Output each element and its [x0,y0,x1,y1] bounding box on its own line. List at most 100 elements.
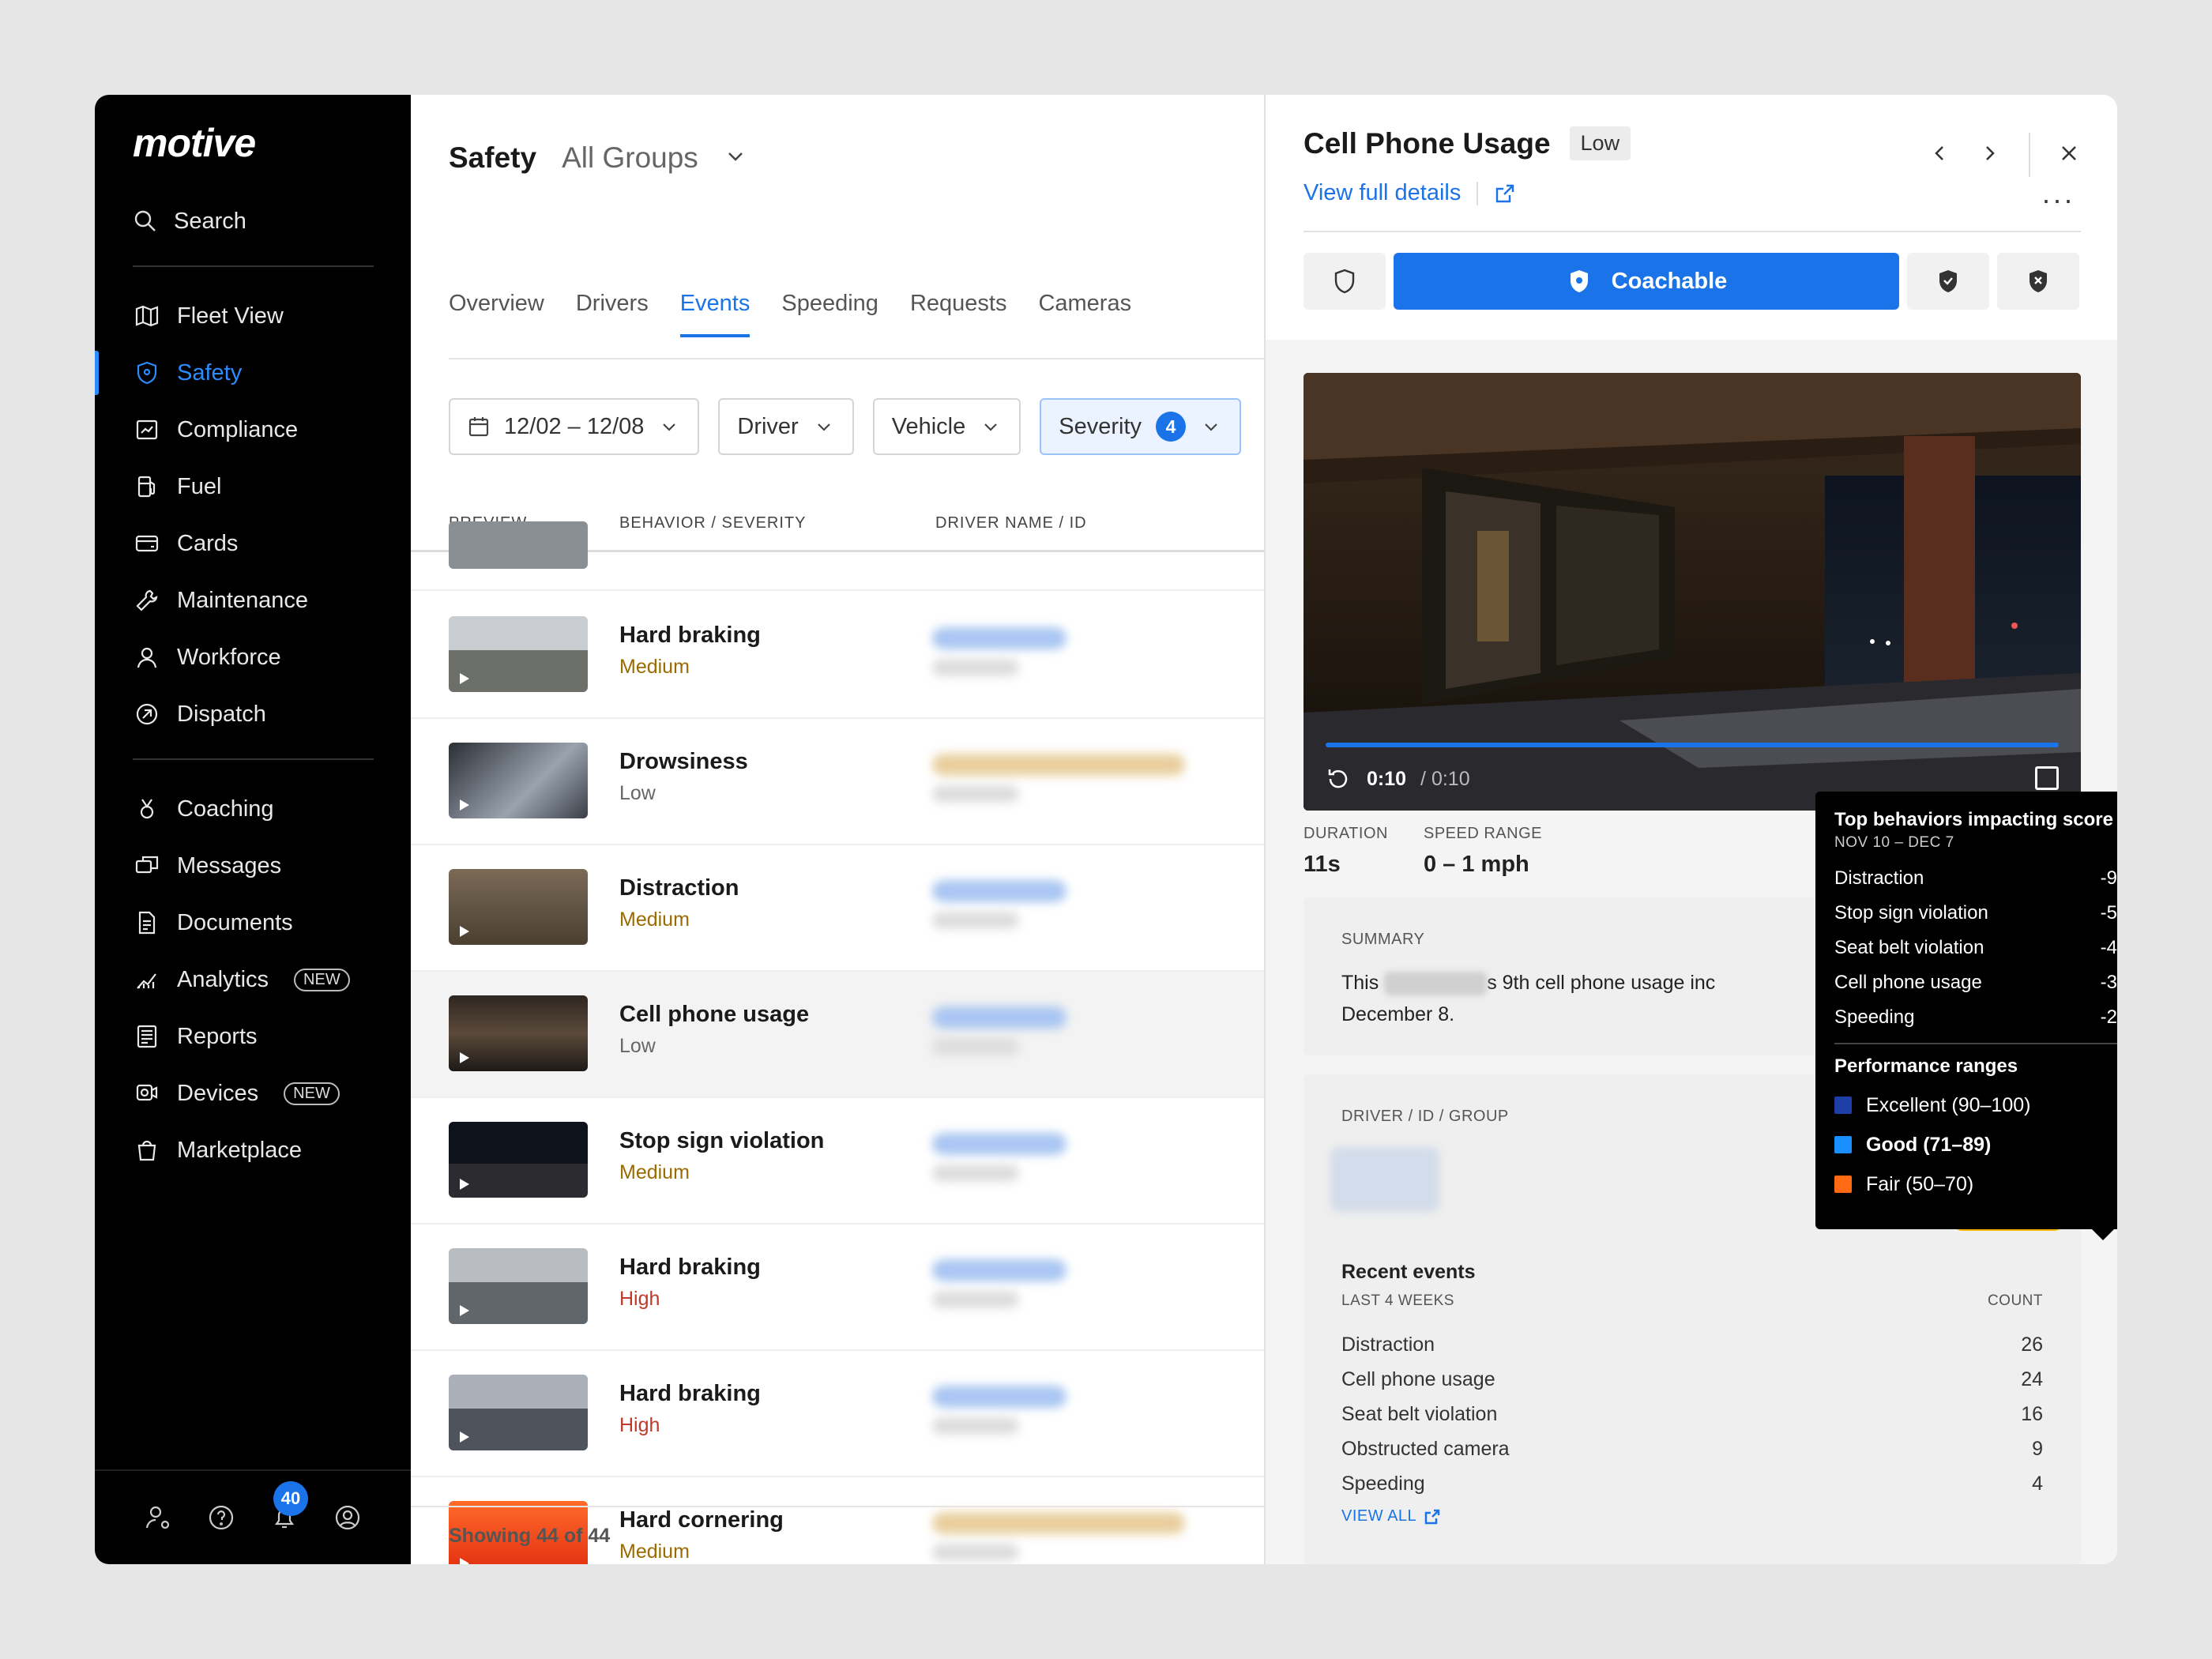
event-thumbnail[interactable] [449,743,588,818]
severity-filter[interactable]: Severity 4 [1040,398,1242,455]
event-thumbnail[interactable] [449,1122,588,1198]
sidebar-item-safety[interactable]: Safety [95,344,411,401]
sidebar-item-workforce[interactable]: Workforce [95,629,411,686]
panel-title: Cell Phone Usage [1304,126,1551,160]
shield-dismiss-button[interactable] [1997,253,2079,310]
redacted-driver-name [932,1133,1066,1155]
sidebar-item-compliance[interactable]: Compliance [95,401,411,458]
event-thumbnail[interactable] [449,1375,588,1450]
table-row[interactable]: DrowsinessLowEB [411,719,1360,845]
table-row-partial[interactable] [411,521,1359,591]
tab-speeding[interactable]: Speeding [781,291,878,337]
range-color-swatch [1834,1136,1852,1153]
replay-icon[interactable] [1324,765,1352,793]
recent-events-count-header: COUNT [1987,1292,2043,1309]
video-progress-bar[interactable] [1326,743,2059,747]
driver-group-label: DRIVER / ID / GROUP [1341,1108,1509,1125]
sidebar-item-fuel[interactable]: Fuel [95,458,411,515]
table-row[interactable]: Stop sign violationMediumDK [411,1098,1362,1224]
sidebar-item-coaching[interactable]: Coaching [95,781,411,837]
sidebar-search[interactable]: Search [133,198,246,245]
tab-requests[interactable]: Requests [910,291,1007,337]
external-link-icon [1496,184,1514,202]
sidebar-item-cards[interactable]: Cards [95,515,411,572]
event-thumbnail[interactable] [449,616,588,692]
help-icon[interactable] [205,1502,237,1533]
group-selector[interactable]: All Groups [562,141,698,175]
severity-label: High [619,1414,660,1436]
sidebar-item-label: Analytics [177,966,269,992]
event-video-player[interactable]: 0:10 / 0:10 [1304,373,2081,811]
event-thumbnail[interactable] [449,869,588,945]
tooltip-behavior-label: Cell phone usage [1834,972,1982,993]
table-row[interactable]: Hard corneringMediumAh [411,1477,1360,1564]
motive-logo[interactable]: motive [133,120,256,166]
more-options-icon[interactable]: ··· [2041,183,2075,216]
table-row[interactable]: Cell phone usageLowDK [411,972,1362,1098]
close-icon[interactable] [2057,141,2081,169]
previous-event-icon[interactable] [1928,141,1951,169]
tab-cameras[interactable]: Cameras [1038,291,1131,337]
shield-check-button[interactable] [1907,253,1989,310]
app-window: motive Search Fleet View Safety Compliance… [95,95,2117,1564]
user-settings-icon[interactable] [142,1502,174,1533]
tab-overview[interactable]: Overview [449,291,544,337]
recent-event-item: Speeding 4 [1341,1466,2043,1501]
chevron-down-icon [1205,423,1217,431]
wrench-icon [133,586,161,615]
sidebar-item-reports[interactable]: Reports [95,1008,411,1065]
coaching-actions: Coachable [1304,253,2079,310]
behavior-label: Stop sign violation [619,1128,825,1153]
event-thumbnail[interactable] [449,995,588,1071]
vehicle-filter[interactable]: Vehicle [872,398,1021,455]
table-row[interactable]: Hard brakingMediumNV [411,592,1362,719]
event-thumbnail [449,521,588,569]
sidebar-item-devices[interactable]: Devices NEW [95,1065,411,1122]
play-icon [460,1179,469,1190]
sidebar-item-maintenance[interactable]: Maintenance [95,572,411,629]
fullscreen-icon[interactable] [2035,766,2059,790]
recent-event-item: Cell phone usage 24 [1341,1362,2043,1397]
coachable-button[interactable]: Coachable [1394,253,1899,310]
sidebar: motive Search Fleet View Safety Compliance… [95,95,411,1564]
sidebar-divider [133,265,374,267]
person-icon [133,643,161,672]
sidebar-item-label: Devices [177,1080,259,1106]
notifications-bell-icon[interactable]: 40 [269,1481,308,1533]
sidebar-item-analytics[interactable]: Analytics NEW [95,951,411,1008]
sidebar-item-documents[interactable]: Documents [95,894,411,951]
redacted-driver-name [932,1386,1066,1408]
tab-drivers[interactable]: Drivers [576,291,649,337]
column-header-behavior[interactable]: BEHAVIOR / SEVERITY [619,514,806,532]
tab-events[interactable]: Events [679,291,750,337]
behavior-label: Hard cornering [619,1507,784,1533]
driver-filter[interactable]: Driver [718,398,854,455]
chevron-down-icon[interactable] [724,145,747,172]
tooltip-behavior-label: Speeding [1834,1006,1915,1028]
avatar[interactable] [1330,1147,1439,1212]
table-row[interactable]: Hard brakingHighLC [411,1224,1360,1351]
redacted-driver-name [932,1259,1066,1281]
view-full-details-link[interactable]: View full details [1304,180,1516,206]
date-range-filter[interactable]: 12/02 – 12/08 [449,398,700,455]
next-event-icon[interactable] [1978,141,2002,169]
sidebar-item-dispatch[interactable]: Dispatch [95,686,411,743]
tooltip-date-range: NOV 10 – DEC 7 [1834,834,1954,851]
tooltip-behavior-value: -5 [2100,902,2117,924]
shield-outline-button[interactable] [1304,253,1386,310]
account-icon[interactable] [332,1502,363,1533]
table-row[interactable]: Hard brakingHighLC [411,1351,1360,1477]
tooltip-divider [1834,1043,2117,1044]
sidebar-item-marketplace[interactable]: Marketplace [95,1122,411,1179]
view-all-link[interactable]: VIEW ALL [1341,1507,1440,1525]
chevron-down-icon [984,423,998,431]
redacted-driver-id [932,1164,1019,1182]
sidebar-item-messages[interactable]: Messages [95,837,411,894]
table-row[interactable]: DistractionMediumDK [411,845,1362,972]
play-icon [460,1305,469,1316]
column-header-driver[interactable]: DRIVER NAME / ID [935,514,1087,532]
summary-label: SUMMARY [1341,931,1425,948]
event-thumbnail[interactable] [449,1248,588,1324]
sidebar-item-fleet-view[interactable]: Fleet View [95,288,411,344]
devices-icon [133,1079,161,1108]
